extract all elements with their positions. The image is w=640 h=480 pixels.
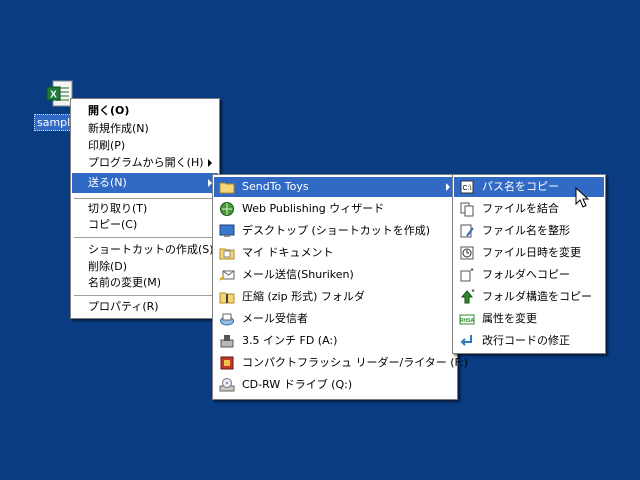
toys-item-change-attributes[interactable]: RHSA 属性を変更 <box>454 309 604 329</box>
my-documents-icon <box>219 248 235 260</box>
sendto-item-web-publishing[interactable]: Web Publishing ウィザード <box>214 199 456 219</box>
menu-separator <box>74 295 216 296</box>
sendto-item-floppy[interactable]: 3.5 インチ FD (A:) <box>214 331 456 351</box>
folder-icon <box>219 182 235 194</box>
sendto-item-cd-rw[interactable]: CD-RW ドライブ (Q:) <box>214 375 456 395</box>
svg-text:C:\: C:\ <box>463 185 472 192</box>
sendto-item-sendto-toys[interactable]: SendTo Toys <box>214 177 456 197</box>
desktop-icon <box>219 224 235 237</box>
menu-separator <box>74 237 216 238</box>
sendto-item-desktop[interactable]: デスクトップ (ショートカットを作成) <box>214 221 456 241</box>
menu-send-to[interactable]: 送る(N) <box>72 173 218 193</box>
menu-rename[interactable]: 名前の変更(M) <box>72 273 218 293</box>
join-files-icon <box>460 202 474 217</box>
menu-copy[interactable]: コピー(C) <box>72 215 218 235</box>
menu-open-with[interactable]: プログラムから開く(H) <box>72 153 218 173</box>
change-attributes-icon: RHSA <box>459 314 475 325</box>
submenu-arrow-icon <box>446 183 450 191</box>
fix-newline-icon <box>460 335 472 346</box>
submenu-arrow-icon <box>208 159 212 167</box>
sendto-item-mail-recipient[interactable]: メール受信者 <box>214 309 456 329</box>
mail-recipient-icon <box>220 313 234 326</box>
toys-item-format-filename[interactable]: ファイル名を整形 <box>454 221 604 241</box>
sendto-item-zip-folder[interactable]: 圧縮 (zip 形式) フォルダ <box>214 287 456 307</box>
copy-path-icon: C:\ <box>460 180 474 194</box>
menu-properties[interactable]: プロパティ(R) <box>72 297 218 317</box>
web-publishing-icon <box>220 202 234 216</box>
svg-text:RHSA: RHSA <box>460 318 475 324</box>
format-filename-icon <box>460 224 474 238</box>
compactflash-icon <box>220 356 234 370</box>
toys-item-copy-to-folder[interactable]: * フォルダへコピー <box>454 265 604 285</box>
svg-text:*: * <box>470 267 473 276</box>
toys-item-change-timestamp[interactable]: ファイル日時を変更 <box>454 243 604 263</box>
copy-folder-structure-icon: * <box>460 289 475 304</box>
zip-folder-icon <box>219 292 235 304</box>
svg-text:X: X <box>50 90 57 101</box>
toys-item-fix-newline[interactable]: 改行コードの修正 <box>454 331 604 351</box>
sendto-item-mail-shuriken[interactable]: メール送信(Shuriken) <box>214 265 456 285</box>
file-context-menu: 開く(O) 新規作成(N) 印刷(P) プログラムから開く(H) 送る(N) 切… <box>70 98 220 319</box>
change-timestamp-icon <box>460 246 474 260</box>
menu-open[interactable]: 開く(O) <box>72 101 218 121</box>
sendto-submenu: SendTo Toys Web Publishing ウィザード デスクトップ … <box>212 174 468 400</box>
sendto-item-compactflash[interactable]: コンパクトフラッシュ リーダー/ライター (F:) <box>214 353 468 373</box>
floppy-icon <box>220 335 234 348</box>
mouse-cursor-icon <box>575 187 589 208</box>
mail-send-icon <box>219 270 235 281</box>
sendto-item-my-documents[interactable]: マイ ドキュメント <box>214 243 456 263</box>
cd-drive-icon <box>219 378 235 392</box>
copy-to-folder-icon: * <box>460 267 474 282</box>
svg-text:*: * <box>471 289 474 297</box>
toys-item-copy-folder-structure[interactable]: * フォルダ構造をコピー <box>454 287 604 307</box>
